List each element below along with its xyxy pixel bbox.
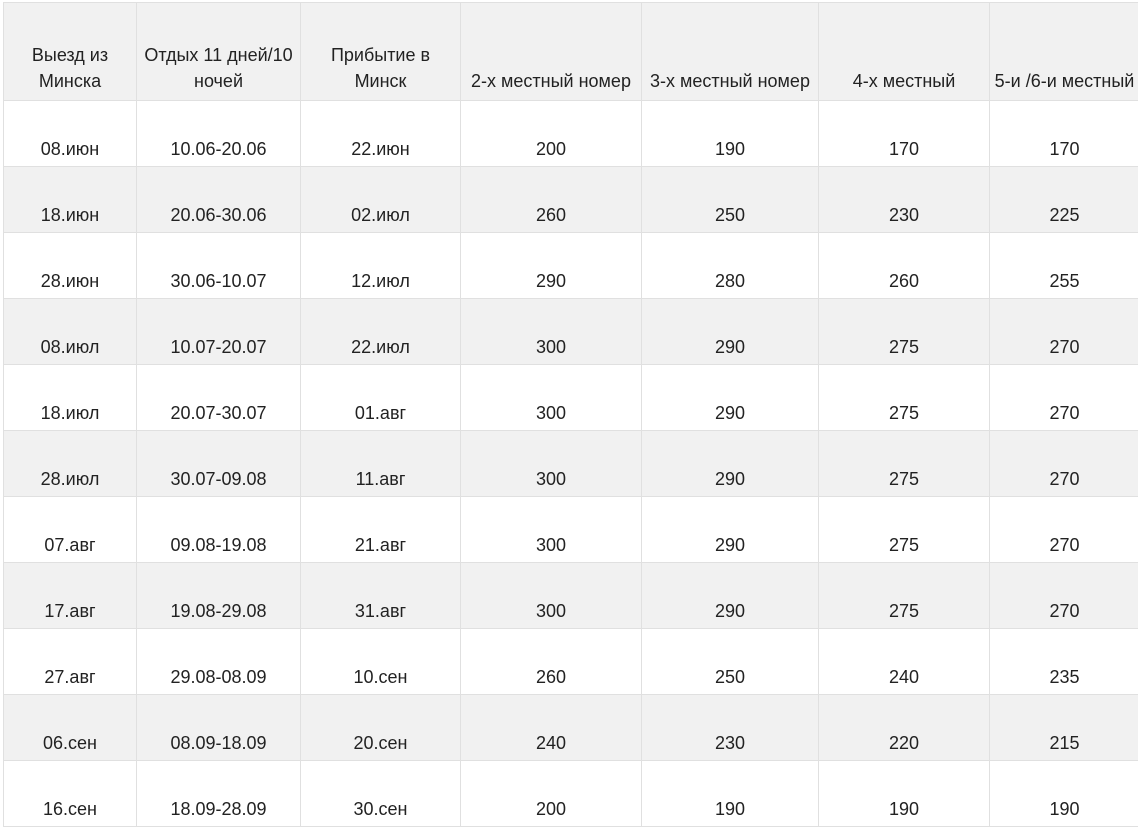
quadruple-room-header: 4-х местный [818, 2, 990, 101]
departure-date-cell: 08.июн [3, 100, 137, 167]
five-six-room-price-cell: 225 [989, 166, 1138, 233]
arrival-date-cell: 22.июл [300, 298, 461, 365]
quadruple-room-price-cell: 220 [818, 694, 990, 761]
arrival-date-cell: 31.авг [300, 562, 461, 629]
arrival-date-cell: 21.авг [300, 496, 461, 563]
table-row: 06.сен 08.09-18.09 20.сен 240 230 220 215 [3, 694, 1138, 761]
double-room-price-cell: 300 [460, 496, 642, 563]
five-six-room-price-cell: 235 [989, 628, 1138, 695]
five-six-room-price-cell: 270 [989, 430, 1138, 497]
five-six-room-price-cell: 270 [989, 562, 1138, 629]
arrival-date-cell: 11.авг [300, 430, 461, 497]
table-row: 28.июл 30.07-09.08 11.авг 300 290 275 270 [3, 430, 1138, 497]
five-six-room-price-cell: 270 [989, 364, 1138, 431]
departure-date-cell: 07.авг [3, 496, 137, 563]
quadruple-room-price-cell: 275 [818, 364, 990, 431]
arrival-date-cell: 12.июл [300, 232, 461, 299]
rest-period-cell: 20.06-30.06 [136, 166, 301, 233]
quadruple-room-price-cell: 275 [818, 298, 990, 365]
table-header-row: Выезд из Минска Отдых 11 дней/10 ночей При… [3, 2, 1138, 101]
double-room-price-cell: 300 [460, 430, 642, 497]
departure-date-cell: 18.июн [3, 166, 137, 233]
departure-minsk-header: Выезд из Минска [3, 2, 137, 101]
rest-period-cell: 10.07-20.07 [136, 298, 301, 365]
departure-date-cell: 27.авг [3, 628, 137, 695]
double-room-price-cell: 200 [460, 100, 642, 167]
triple-room-price-cell: 290 [641, 562, 819, 629]
table-row: 16.сен 18.09-28.09 30.сен 200 190 190 190 [3, 760, 1138, 827]
quadruple-room-price-cell: 170 [818, 100, 990, 167]
triple-room-price-cell: 290 [641, 430, 819, 497]
rest-period-cell: 30.07-09.08 [136, 430, 301, 497]
quadruple-room-price-cell: 275 [818, 562, 990, 629]
five-six-room-price-cell: 270 [989, 496, 1138, 563]
table-row: 08.июл 10.07-20.07 22.июл 300 290 275 270 [3, 298, 1138, 365]
rest-period-cell: 30.06-10.07 [136, 232, 301, 299]
triple-room-price-cell: 190 [641, 760, 819, 827]
rest-period-cell: 19.08-29.08 [136, 562, 301, 629]
arrival-minsk-header: Прибытие в Минск [300, 2, 461, 101]
rest-period-cell: 08.09-18.09 [136, 694, 301, 761]
quadruple-room-price-cell: 275 [818, 430, 990, 497]
tour-price-table: Выезд из Минска Отдых 11 дней/10 ночей При… [3, 2, 1138, 827]
double-room-price-cell: 300 [460, 298, 642, 365]
triple-room-price-cell: 280 [641, 232, 819, 299]
arrival-date-cell: 20.сен [300, 694, 461, 761]
quadruple-room-price-cell: 260 [818, 232, 990, 299]
table-row: 18.июн 20.06-30.06 02.июл 260 250 230 225 [3, 166, 1138, 233]
rest-period-cell: 09.08-19.08 [136, 496, 301, 563]
arrival-date-cell: 10.сен [300, 628, 461, 695]
double-room-price-cell: 240 [460, 694, 642, 761]
double-room-price-cell: 200 [460, 760, 642, 827]
double-room-header: 2-х местный номер [460, 2, 642, 101]
departure-date-cell: 28.июл [3, 430, 137, 497]
table-row: 27.авг 29.08-08.09 10.сен 260 250 240 235 [3, 628, 1138, 695]
five-six-room-price-cell: 255 [989, 232, 1138, 299]
double-room-price-cell: 260 [460, 628, 642, 695]
table-row: 07.авг 09.08-19.08 21.авг 300 290 275 270 [3, 496, 1138, 563]
double-room-price-cell: 260 [460, 166, 642, 233]
five-six-room-price-cell: 170 [989, 100, 1138, 167]
triple-room-price-cell: 190 [641, 100, 819, 167]
triple-room-price-cell: 290 [641, 364, 819, 431]
departure-date-cell: 06.сен [3, 694, 137, 761]
triple-room-header: 3-х местный номер [641, 2, 819, 101]
triple-room-price-cell: 230 [641, 694, 819, 761]
quadruple-room-price-cell: 275 [818, 496, 990, 563]
rest-period-cell: 10.06-20.06 [136, 100, 301, 167]
five-six-room-price-cell: 270 [989, 298, 1138, 365]
arrival-date-cell: 02.июл [300, 166, 461, 233]
table-row: 08.июн 10.06-20.06 22.июн 200 190 170 170 [3, 100, 1138, 167]
arrival-date-cell: 01.авг [300, 364, 461, 431]
triple-room-price-cell: 250 [641, 166, 819, 233]
rest-period-header: Отдых 11 дней/10 ночей [136, 2, 301, 101]
five-six-room-price-cell: 190 [989, 760, 1138, 827]
quadruple-room-price-cell: 190 [818, 760, 990, 827]
rest-period-cell: 18.09-28.09 [136, 760, 301, 827]
departure-date-cell: 18.июл [3, 364, 137, 431]
double-room-price-cell: 300 [460, 562, 642, 629]
departure-date-cell: 16.сен [3, 760, 137, 827]
arrival-date-cell: 22.июн [300, 100, 461, 167]
departure-date-cell: 17.авг [3, 562, 137, 629]
table-row: 18.июл 20.07-30.07 01.авг 300 290 275 270 [3, 364, 1138, 431]
triple-room-price-cell: 290 [641, 496, 819, 563]
table-body: 08.июн 10.06-20.06 22.июн 200 190 170 170 18.ию… [3, 100, 1138, 827]
quadruple-room-price-cell: 240 [818, 628, 990, 695]
departure-date-cell: 28.июн [3, 232, 137, 299]
five-six-room-price-cell: 215 [989, 694, 1138, 761]
double-room-price-cell: 290 [460, 232, 642, 299]
five-six-room-header: 5-и /6-и местный [989, 2, 1138, 101]
rest-period-cell: 20.07-30.07 [136, 364, 301, 431]
arrival-date-cell: 30.сен [300, 760, 461, 827]
quadruple-room-price-cell: 230 [818, 166, 990, 233]
triple-room-price-cell: 250 [641, 628, 819, 695]
table-row: 28.июн 30.06-10.07 12.июл 290 280 260 255 [3, 232, 1138, 299]
double-room-price-cell: 300 [460, 364, 642, 431]
rest-period-cell: 29.08-08.09 [136, 628, 301, 695]
triple-room-price-cell: 290 [641, 298, 819, 365]
departure-date-cell: 08.июл [3, 298, 137, 365]
table-row: 17.авг 19.08-29.08 31.авг 300 290 275 270 [3, 562, 1138, 629]
